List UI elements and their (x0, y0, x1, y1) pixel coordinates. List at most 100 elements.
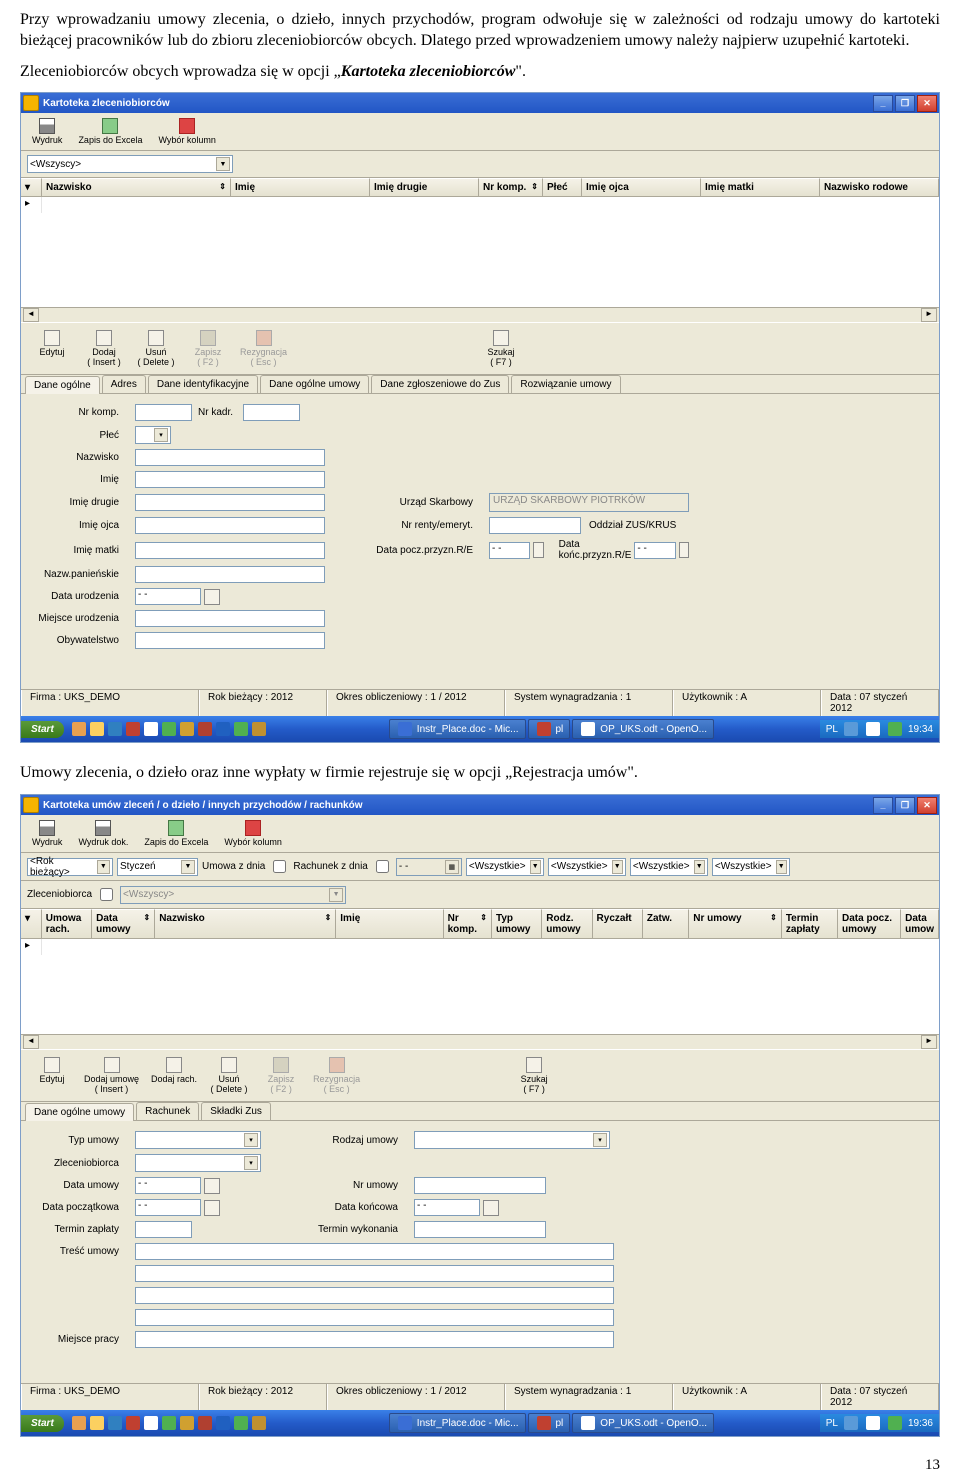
inp-nrkadr[interactable] (243, 404, 300, 421)
print-button[interactable]: Wydruk (25, 115, 69, 148)
filter-rok[interactable]: <Rok bieżący>▼ (27, 858, 113, 876)
quicklaunch-icon[interactable] (234, 1416, 248, 1430)
scroll-left-icon[interactable]: ◄ (23, 308, 39, 322)
taskbar-item-openoffice[interactable]: OP_UKS.odt - OpenO... (572, 719, 714, 739)
col-plec[interactable]: Płeć (543, 178, 582, 196)
close-button[interactable]: ✕ (917, 797, 937, 814)
add-button[interactable]: Dodaj( Insert ) (79, 327, 129, 370)
delete-button[interactable]: Usuń( Delete ) (204, 1054, 254, 1097)
tray-icon[interactable] (844, 1416, 858, 1430)
col-imie-ojca[interactable]: Imię ojca (582, 178, 701, 196)
col-rodz-umowy[interactable]: Rodz. umowy (542, 909, 592, 938)
quicklaunch-icon[interactable] (72, 722, 86, 736)
tab-dane-ogolne[interactable]: Dane ogólne (25, 376, 100, 394)
inp-datakon[interactable]: - - (634, 542, 675, 559)
col-nazwisko[interactable]: Nazwisko⇕ (42, 178, 231, 196)
tray-icon[interactable] (888, 722, 902, 736)
quicklaunch-icon[interactable] (126, 1416, 140, 1430)
inp-miejsce-pracy[interactable] (135, 1331, 614, 1348)
quicklaunch-icon[interactable] (72, 1416, 86, 1430)
start-button[interactable]: Start (21, 1415, 64, 1432)
delete-button[interactable]: Usuń( Delete ) (131, 327, 181, 370)
inp-datapocz[interactable]: - - (489, 542, 530, 559)
inp-nazwpan[interactable] (135, 566, 325, 583)
quicklaunch-icon[interactable] (198, 722, 212, 736)
inp-imie[interactable] (135, 471, 325, 488)
columns-button[interactable]: Wybór kolumn (151, 115, 222, 148)
edit-button[interactable]: Edytuj (27, 1054, 77, 1097)
inp-nrkomp[interactable] (135, 404, 192, 421)
filter-w2[interactable]: <Wszystkie>▼ (548, 858, 626, 876)
quicklaunch-icon[interactable] (216, 722, 230, 736)
calendar-icon[interactable] (204, 589, 220, 605)
filter-w4[interactable]: <Wszystkie>▼ (712, 858, 790, 876)
scroll-right-icon[interactable]: ► (921, 308, 937, 322)
search-button[interactable]: Szukaj( F7 ) (476, 327, 526, 370)
search-button[interactable]: Szukaj( F7 ) (509, 1054, 559, 1097)
col-zatw[interactable]: Zatw. (643, 909, 689, 938)
columns-button[interactable]: Wybór kolumn (217, 817, 288, 850)
col-nr-umowy[interactable]: Nr umowy⇕ (689, 909, 782, 938)
add-rachunek-button[interactable]: Dodaj rach. (146, 1054, 202, 1097)
quicklaunch-icon[interactable] (162, 722, 176, 736)
quicklaunch-icon[interactable] (180, 1416, 194, 1430)
inp-imie-ojca[interactable] (135, 517, 325, 534)
quicklaunch-icon[interactable] (126, 722, 140, 736)
col-imie-drugie[interactable]: Imię drugie (370, 178, 479, 196)
inp-typ-umowy[interactable]: ▾ (135, 1131, 261, 1149)
col-ryczalt[interactable]: Ryczałt (593, 909, 643, 938)
taskbar-item-openoffice[interactable]: OP_UKS.odt - OpenO... (572, 1413, 714, 1433)
inp-tresc-4[interactable] (135, 1309, 614, 1326)
tab-rachunek[interactable]: Rachunek (136, 1102, 199, 1120)
excel-button[interactable]: Zapis do Excela (137, 817, 215, 850)
inp-nrrenty[interactable] (489, 517, 581, 534)
tab-rozwiazanie-umowy[interactable]: Rozwiązanie umowy (511, 375, 620, 393)
inp-imie-matki[interactable] (135, 542, 325, 559)
tab-dane-ogolne-umowy[interactable]: Dane ogólne umowy (260, 375, 369, 393)
quicklaunch-icon[interactable] (252, 1416, 266, 1430)
col-data-pocz[interactable]: Data pocz. umowy (838, 909, 901, 938)
inp-tresc-1[interactable] (135, 1243, 614, 1260)
calendar-icon[interactable] (679, 542, 689, 558)
maximize-button[interactable]: ❐ (895, 797, 915, 814)
chk-umowa[interactable] (273, 860, 286, 873)
col-imie-matki[interactable]: Imię matki (701, 178, 820, 196)
print-button[interactable]: Wydruk (25, 817, 69, 850)
quicklaunch-icon[interactable] (162, 1416, 176, 1430)
quicklaunch-icon[interactable] (180, 722, 194, 736)
taskbar-item-pl[interactable]: pl (528, 719, 571, 739)
grid-body[interactable]: ▸ (21, 939, 939, 1034)
inp-zleceniobiorca[interactable]: ▾ (135, 1154, 261, 1172)
start-button[interactable]: Start (21, 721, 64, 738)
tab-skladki-zus[interactable]: Składki Zus (201, 1102, 271, 1120)
chk-zleceniobiorca[interactable] (100, 888, 113, 901)
quicklaunch-icon[interactable] (144, 722, 158, 736)
calendar-icon[interactable] (533, 542, 543, 558)
col-indicator[interactable]: ▾ (21, 178, 42, 196)
inp-nazwisko[interactable] (135, 449, 325, 466)
excel-button[interactable]: Zapis do Excela (71, 115, 149, 148)
inp-dataur[interactable]: - - (135, 588, 201, 605)
inp-data-konc[interactable]: - - (414, 1199, 480, 1216)
filter-w1[interactable]: <Wszystkie>▼ (466, 858, 544, 876)
inp-termin-zaplaty[interactable] (135, 1221, 192, 1238)
inp-data-umowy[interactable]: - - (135, 1177, 201, 1194)
quicklaunch-icon[interactable] (108, 722, 122, 736)
tab-dane-zgloszeniowe-zus[interactable]: Dane zgłoszeniowe do Zus (371, 375, 509, 393)
quicklaunch-icon[interactable] (90, 1416, 104, 1430)
chk-rachunek[interactable] (376, 860, 389, 873)
tab-dane-identyfikacyjne[interactable]: Dane identyfikacyjne (148, 375, 258, 393)
tray-icon[interactable] (888, 1416, 902, 1430)
filter-w3[interactable]: <Wszystkie>▼ (630, 858, 708, 876)
inp-imie-drugie[interactable] (135, 494, 325, 511)
minimize-button[interactable]: _ (873, 797, 893, 814)
maximize-button[interactable]: ❐ (895, 95, 915, 112)
col-imie[interactable]: Imię (231, 178, 370, 196)
quicklaunch-icon[interactable] (108, 1416, 122, 1430)
col-data-umow[interactable]: Data umow (901, 909, 939, 938)
col-nazwisko-rodowe[interactable]: Nazwisko rodowe (820, 178, 939, 196)
col-indicator[interactable]: ▾ (21, 909, 42, 938)
inp-tresc-2[interactable] (135, 1265, 614, 1282)
quicklaunch-icon[interactable] (252, 722, 266, 736)
tab-adres[interactable]: Adres (102, 375, 146, 393)
